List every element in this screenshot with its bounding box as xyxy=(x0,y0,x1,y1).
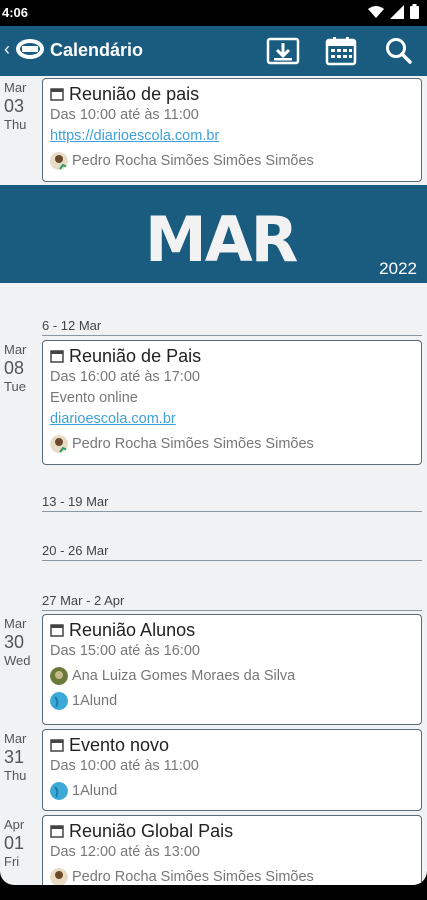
event-day: 03 xyxy=(4,95,25,116)
event-weekday: Thu xyxy=(4,767,27,783)
banner-year: 2022 xyxy=(379,259,417,278)
event-group: 1Alund xyxy=(50,690,414,712)
avatar xyxy=(50,667,68,685)
event-card[interactable]: Evento novo Das 10:00 até às 11:00 1Alun… xyxy=(42,729,422,811)
event-person-name: Pedro Rocha Simões Simões Simões xyxy=(72,436,314,452)
event-time: Das 10:00 até às 11:00 xyxy=(50,758,199,774)
event-date: Mar 03 Thu xyxy=(4,80,26,134)
event-day: 30 xyxy=(4,631,25,652)
back-arrow-icon[interactable]: ‹ xyxy=(4,39,10,60)
event-person: Pedro Rocha Simões Simões Simões xyxy=(50,150,414,172)
event-day: 01 xyxy=(4,832,25,853)
avatar xyxy=(50,868,68,885)
event-card[interactable]: Reunião de Pais Das 16:00 até às 17:00 E… xyxy=(42,340,422,465)
event-person-name: Pedro Rocha Simões Simões Simões xyxy=(72,153,314,169)
calendar-list[interactable]: Mar 03 Thu Reunião de pais Das 10:00 até… xyxy=(0,76,427,885)
event-title-row: Reunião Global Pais xyxy=(50,820,414,842)
event-month: Apr xyxy=(4,817,25,832)
event-card[interactable]: Reunião Alunos Das 15:00 até às 16:00 An… xyxy=(42,614,422,725)
event-date: Mar 31 Thu xyxy=(4,731,26,785)
week-header: 13 - 19 Mar xyxy=(42,494,422,512)
event-group: 1Alund xyxy=(50,780,414,802)
event-title-row: Reunião de Pais xyxy=(50,345,414,367)
calendar-event-icon xyxy=(50,88,64,101)
search-icon[interactable] xyxy=(382,36,416,66)
event-note: Evento online xyxy=(50,390,138,406)
calendar-event-icon xyxy=(50,350,64,363)
avatar xyxy=(50,152,68,170)
group-avatar xyxy=(50,692,68,710)
event-time: Das 10:00 até às 11:00 xyxy=(50,107,199,123)
event-day: 31 xyxy=(4,746,25,767)
event-time: Das 15:00 até às 16:00 xyxy=(50,643,200,659)
event-group-name: 1Alund xyxy=(72,693,118,709)
event-title: Evento novo xyxy=(69,735,170,755)
event-card[interactable]: Reunião de pais Das 10:00 até às 11:00 h… xyxy=(42,78,422,182)
event-day: 08 xyxy=(4,357,25,378)
banner-month: MAR xyxy=(145,203,298,276)
status-icons xyxy=(368,4,419,19)
event-group-name: 1Alund xyxy=(72,783,118,799)
event-date: Mar 08 Tue xyxy=(4,342,26,396)
event-person: Ana Luiza Gomes Moraes da Silva xyxy=(50,665,414,687)
week-header: 27 Mar - 2 Apr xyxy=(42,593,422,611)
event-weekday: Fri xyxy=(4,853,20,869)
event-person-name: Pedro Rocha Simões Simões Simões xyxy=(72,869,314,885)
month-banner: MAR 2022 xyxy=(0,185,427,283)
wifi-icon xyxy=(368,5,384,18)
calendar-event-icon xyxy=(50,825,64,838)
event-person: Pedro Rocha Simões Simões Simões xyxy=(50,433,414,455)
event-month: Mar xyxy=(4,342,27,357)
group-avatar xyxy=(50,782,68,800)
event-link[interactable]: https://diarioescola.com.br xyxy=(50,126,414,147)
event-title-row: Reunião de pais xyxy=(50,83,414,105)
event-weekday: Wed xyxy=(4,652,31,668)
week-header: 20 - 26 Mar xyxy=(42,543,422,561)
event-time: Das 12:00 até às 13:00 xyxy=(50,844,200,860)
event-title-row: Evento novo xyxy=(50,734,414,756)
event-person: Pedro Rocha Simões Simões Simões xyxy=(50,866,414,885)
calendar-event-icon xyxy=(50,624,64,637)
event-title-row: Reunião Alunos xyxy=(50,619,414,641)
event-date: Apr 01 Fri xyxy=(4,817,24,871)
event-time: Das 16:00 até às 17:00 xyxy=(50,369,200,385)
event-title: Reunião Alunos xyxy=(69,620,196,640)
calendar-event-icon xyxy=(50,739,64,752)
signal-icon xyxy=(390,4,404,19)
event-weekday: Tue xyxy=(4,378,26,394)
event-title: Reunião de Pais xyxy=(69,346,202,366)
avatar xyxy=(50,435,68,453)
status-bar: 4:06 xyxy=(0,0,427,26)
app-logo[interactable] xyxy=(14,36,46,62)
event-month: Mar xyxy=(4,616,27,631)
event-month: Mar xyxy=(4,80,27,95)
status-time: 4:06 xyxy=(2,5,29,20)
page-title: Calendário xyxy=(50,40,144,60)
app-bar: ‹ Calendário xyxy=(0,26,427,76)
event-card[interactable]: Reunião Global Pais Das 12:00 até às 13:… xyxy=(42,815,422,885)
week-header: 6 - 12 Mar xyxy=(42,318,422,336)
navigation-bar xyxy=(0,885,427,900)
screen: 4:06 ‹ Calendário Mar 03 Thu Reunião de … xyxy=(0,0,427,885)
event-date: Mar 30 Wed xyxy=(4,616,31,670)
event-link[interactable]: diarioescola.com.br xyxy=(50,409,414,430)
event-weekday: Thu xyxy=(4,116,27,132)
download-icon[interactable] xyxy=(266,36,300,66)
event-month: Mar xyxy=(4,731,27,746)
event-person-name: Ana Luiza Gomes Moraes da Silva xyxy=(72,668,296,684)
calendar-icon[interactable] xyxy=(324,36,358,66)
event-title: Reunião de pais xyxy=(69,84,200,104)
event-title: Reunião Global Pais xyxy=(69,821,234,841)
battery-icon xyxy=(410,4,419,19)
